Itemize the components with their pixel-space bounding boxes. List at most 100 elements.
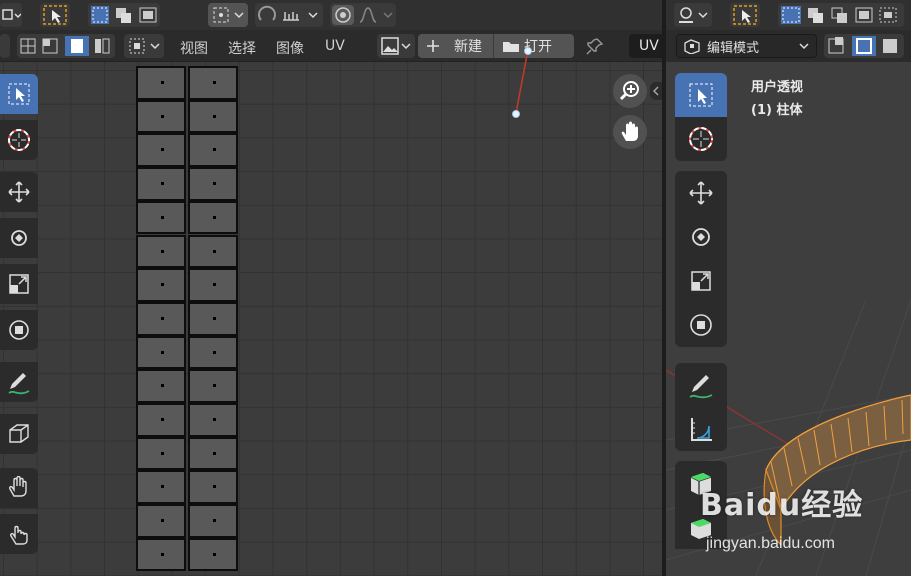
proportional-edit-group [330,3,396,27]
uv-face[interactable] [136,200,186,235]
new-image-button[interactable]: 新建 [418,34,494,58]
tool-scale[interactable] [0,264,38,304]
uv-tab-label: UV [639,38,659,54]
vp-tool-transform[interactable] [675,303,727,347]
vp-tool-annotate[interactable] [675,363,727,407]
tool-select[interactable] [0,74,38,114]
viewport-object-label: (1) 柱体 [751,103,803,118]
menu-uv[interactable]: UV [325,38,345,54]
vp-tool-select[interactable] [675,73,727,117]
uv-face[interactable] [188,99,238,134]
uv-face[interactable] [188,369,238,403]
vertex-edge-face-icons[interactable] [824,35,904,57]
pivot-icon [213,7,244,23]
vp-tool-rotate[interactable] [675,215,727,259]
pan-view-button[interactable] [613,115,647,149]
uv-face[interactable] [188,537,238,572]
rotate-icon [11,230,27,246]
pin-icon [586,38,604,55]
uv-face[interactable] [136,470,186,505]
scale-icon [9,274,29,294]
measure-ruler-icon [691,418,712,441]
uv-face[interactable] [188,66,238,100]
vp-tool-scale[interactable] [675,259,727,303]
zoom-view-button[interactable] [613,74,647,108]
uv-select-sync-dropdown[interactable] [124,34,164,58]
mesh-select-modes [824,34,904,58]
uv-face[interactable] [188,470,238,505]
uv-face[interactable] [188,436,238,471]
tool-annotate[interactable] [0,362,38,402]
image-new-open-group: 新建 打开 [418,34,574,58]
uv-face[interactable] [136,335,186,370]
uv-face[interactable] [136,234,186,269]
cube-face-icon [9,424,29,443]
viewport-icon [679,7,708,23]
editor-type-icon [2,9,21,20]
viewport-header-top [666,0,911,30]
uv-face[interactable] [188,133,238,168]
vp-tool-measure[interactable] [675,407,727,451]
tool-cursor[interactable] [0,120,38,160]
tool-rotate[interactable] [0,218,38,258]
uv-face[interactable] [136,133,186,168]
uv-face[interactable] [188,268,238,302]
rotate-icon [692,228,710,246]
sticky-select-mode-group [17,34,115,58]
select-box-tool-button[interactable] [40,3,70,27]
tool-move[interactable] [0,172,38,212]
menu-view[interactable]: 视图 [180,38,208,58]
select-box-icon [8,83,30,105]
mode-label: 编辑模式 [707,40,760,56]
uv-face[interactable] [136,268,186,302]
uv-toolbar [0,62,38,576]
mode-dropdown[interactable]: 编辑模式 [676,34,817,58]
tool-transform[interactable] [0,310,38,350]
vp-tool-move[interactable] [675,171,727,215]
tool-rip[interactable] [0,414,38,454]
select-mode-icons[interactable] [88,4,160,26]
collapse-button[interactable] [0,34,10,58]
sticky-select-icons[interactable] [17,35,115,57]
menu-image[interactable]: 图像 [276,38,304,58]
uv-face[interactable] [136,369,186,403]
image-browse-dropdown[interactable] [377,34,415,58]
annotation-arrow [512,47,532,118]
menu-select[interactable]: 选择 [228,38,256,58]
pin-image-button[interactable] [582,34,608,58]
viewport-select-modes [778,3,904,27]
move-icon [8,181,30,203]
uv-face[interactable] [136,436,186,471]
image-icon [381,37,411,55]
uv-face[interactable] [136,403,186,437]
uv-face[interactable] [188,167,238,201]
viewport-select-tool[interactable] [730,3,760,27]
tool-relax[interactable] [0,514,38,554]
editor-type-button[interactable] [0,3,22,27]
uv-face[interactable] [188,200,238,235]
tool-grab[interactable] [0,468,38,508]
select-mode-group [88,3,160,27]
uv-face[interactable] [188,504,238,538]
vp-tool-cursor[interactable] [675,117,727,161]
uv-face[interactable] [136,66,186,100]
uv-face[interactable] [136,167,186,201]
snap-icons[interactable] [255,4,323,26]
cursor-icon [8,129,30,151]
viewport-editor-type[interactable] [674,3,712,27]
sidebar-toggle[interactable] [650,82,662,100]
uv-face[interactable] [188,234,238,269]
uv-canvas[interactable] [0,62,662,576]
proportional-edit-icon[interactable] [330,4,396,26]
uv-face[interactable] [136,301,186,336]
pivot-point-dropdown[interactable] [208,3,248,27]
uv-face[interactable] [136,537,186,572]
select-mode-icons[interactable] [778,4,904,26]
uv-island[interactable] [136,62,240,576]
uv-face[interactable] [188,335,238,370]
uv-face[interactable] [188,301,238,336]
uv-face[interactable] [136,99,186,134]
uv-face[interactable] [188,403,238,437]
dotted-select-icon [129,38,160,54]
uv-face[interactable] [136,504,186,538]
